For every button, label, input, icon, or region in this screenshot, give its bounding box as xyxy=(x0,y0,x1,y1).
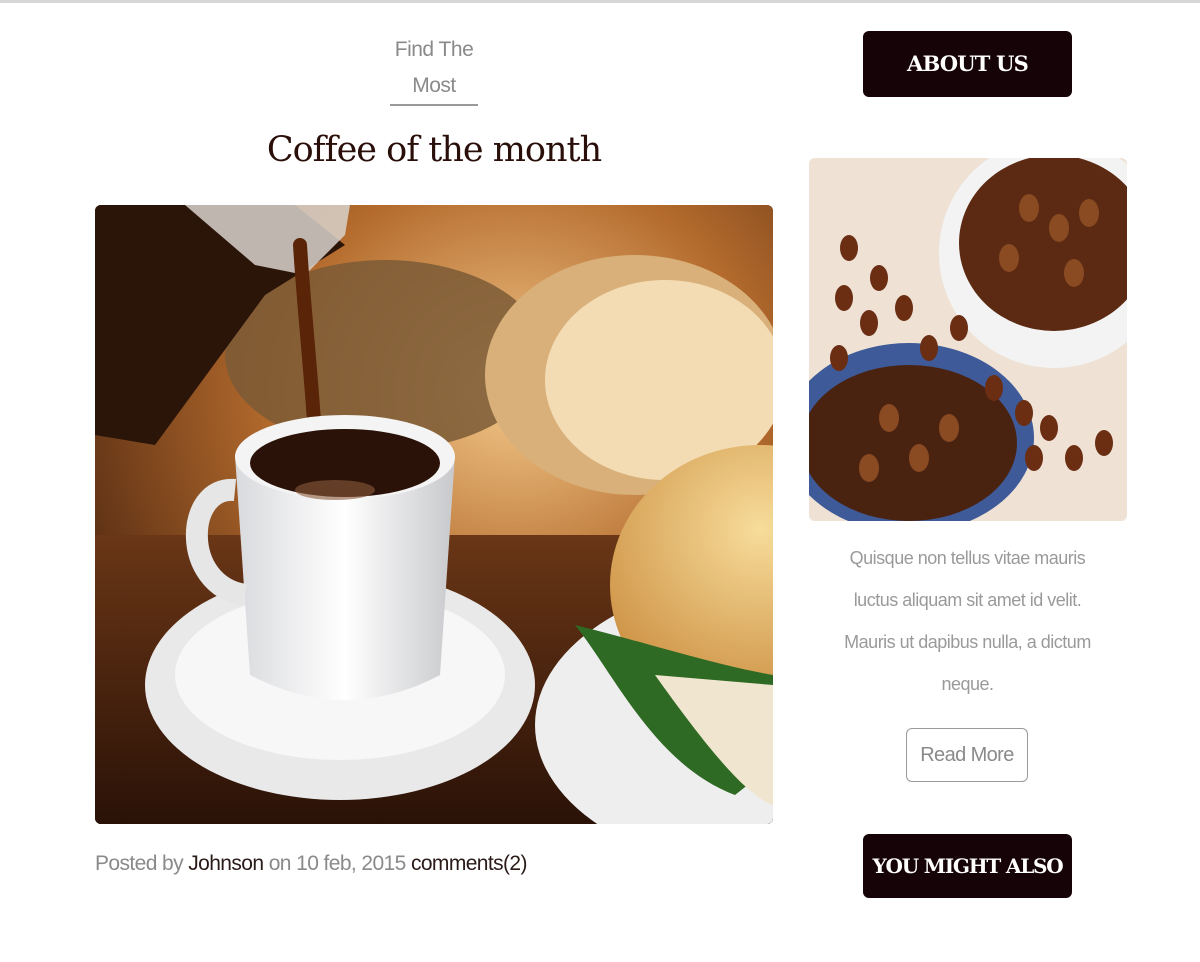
kicker-divider xyxy=(390,104,478,106)
post-title[interactable]: Coffee of the month xyxy=(95,122,773,178)
coffee-cup-illustration xyxy=(95,205,773,824)
post-kicker: Find The Most xyxy=(394,38,474,97)
comments-link[interactable]: comments(2) xyxy=(411,852,528,875)
read-more-button[interactable]: Read More xyxy=(906,728,1028,782)
post-date: 10 feb, 2015 xyxy=(296,852,406,875)
posted-by-label: Posted by xyxy=(95,852,184,875)
author-link[interactable]: Johnson xyxy=(188,852,264,875)
you-might-also-like-button[interactable]: YOU MIGHT ALSO LIKE xyxy=(863,834,1072,942)
coffee-beans-image[interactable] xyxy=(809,158,1127,521)
sidebar-excerpt: Quisque non tellus vitae mauris luctus a… xyxy=(844,548,1091,694)
coffee-hero-image[interactable] xyxy=(95,205,773,824)
about-us-button[interactable]: ABOUT US xyxy=(863,31,1072,97)
coffee-beans-illustration xyxy=(809,158,1127,521)
on-label: on xyxy=(268,852,292,875)
top-border xyxy=(0,0,1200,3)
post-meta: Posted by Johnson on 10 feb, 2015 commen… xyxy=(95,852,527,876)
